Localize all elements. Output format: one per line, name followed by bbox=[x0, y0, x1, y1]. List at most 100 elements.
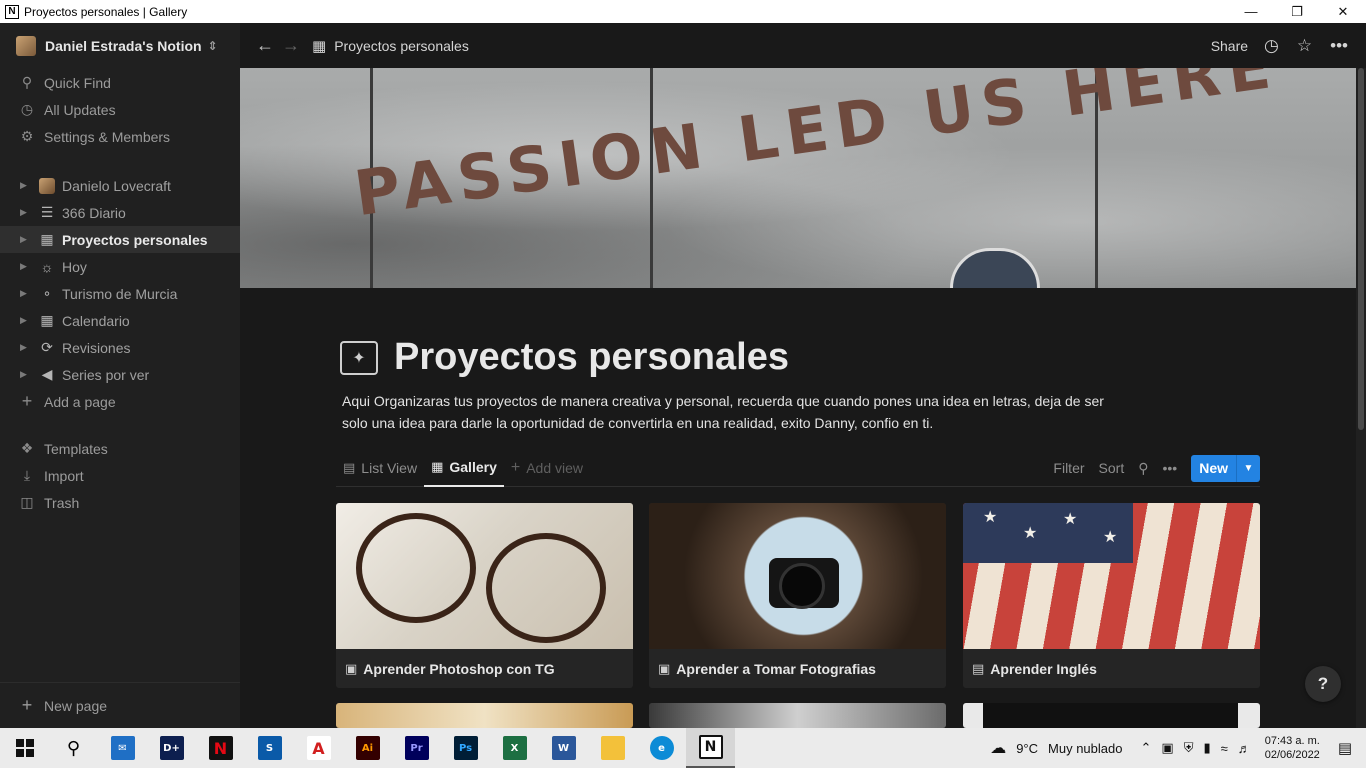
battery-icon[interactable]: ▮ bbox=[1203, 740, 1210, 756]
gallery-card[interactable] bbox=[649, 703, 946, 728]
map-icon[interactable]: ✦ bbox=[340, 340, 378, 375]
weather-desc[interactable]: Muy nublado bbox=[1048, 741, 1122, 756]
glasses-lens bbox=[486, 533, 606, 643]
sidebar-page-label: Danielo Lovecraft bbox=[62, 177, 171, 194]
sidebar-page-calendario[interactable]: ▶ ▦ Calendario bbox=[0, 307, 240, 334]
new-button[interactable]: New ▼ bbox=[1191, 454, 1260, 482]
notion-icon: N bbox=[698, 735, 723, 759]
back-arrow-icon[interactable]: ← bbox=[256, 35, 274, 56]
sidebar-item-all-updates[interactable]: ◷ All Updates bbox=[0, 96, 240, 123]
page-title[interactable]: Proyectos personales bbox=[394, 336, 789, 379]
gallery-card[interactable]: ▣ Aprender a Tomar Fotografias bbox=[649, 503, 946, 688]
notion-app-icon: N bbox=[5, 4, 19, 19]
taskbar-netflix[interactable]: N bbox=[196, 728, 245, 768]
sidebar-item-label: Import bbox=[44, 467, 84, 484]
gallery-card[interactable]: ▣ Aprender Photoshop con TG bbox=[336, 503, 633, 688]
taskbar-illustrator[interactable]: Ai bbox=[343, 728, 392, 768]
page-cover-image[interactable]: PASSION LED US HERE bbox=[240, 68, 1356, 288]
expand-triangle-icon[interactable]: ▶ bbox=[20, 315, 30, 326]
tab-label: List View bbox=[361, 460, 418, 476]
close-button[interactable]: ✕ bbox=[1320, 0, 1366, 23]
weather-temp[interactable]: 9°C bbox=[1016, 741, 1038, 756]
sidebar-page-proyectos-personales[interactable]: ▶ ▦ Proyectos personales bbox=[0, 226, 240, 253]
page-description[interactable]: Aqui Organizaras tus proyectos de manera… bbox=[342, 390, 1122, 434]
sort-button[interactable]: Sort bbox=[1099, 460, 1125, 476]
meet-icon[interactable]: ▣ bbox=[1161, 740, 1173, 756]
expand-triangle-icon[interactable]: ▶ bbox=[20, 261, 30, 272]
expand-triangle-icon[interactable]: ▶ bbox=[20, 369, 30, 380]
scrollbar-thumb[interactable] bbox=[1358, 68, 1364, 430]
sidebar-page-turismo-de-murcia[interactable]: ▶ ∘ Turismo de Murcia bbox=[0, 280, 240, 307]
add-view-button[interactable]: + Add view bbox=[504, 450, 590, 487]
taskbar-photoshop[interactable]: Ps bbox=[441, 728, 490, 768]
excel-icon: X bbox=[502, 736, 527, 760]
help-button[interactable]: ? bbox=[1305, 666, 1341, 702]
gallery-card[interactable]: ★ ★ ★ ★ ▤ Aprender Inglés bbox=[963, 503, 1260, 688]
forward-arrow-icon[interactable]: → bbox=[282, 35, 300, 56]
star-icon: ★ bbox=[983, 509, 998, 526]
taskbar-sketchup[interactable]: S bbox=[245, 728, 294, 768]
new-page-button[interactable]: + New page bbox=[0, 682, 240, 728]
sidebar-item-templates[interactable]: ❖ Templates bbox=[0, 435, 240, 462]
gallery-card[interactable] bbox=[336, 703, 633, 728]
volume-icon[interactable]: ♬ bbox=[1238, 741, 1251, 756]
taskbar-premiere[interactable]: Pr bbox=[392, 728, 441, 768]
sidebar-page-danielo-lovecraft[interactable]: ▶ Danielo Lovecraft bbox=[0, 172, 240, 199]
chevron-up-icon[interactable]: ⌃ bbox=[1140, 740, 1151, 756]
tab-list-view[interactable]: ▤ List View bbox=[336, 450, 424, 487]
taskbar-edge[interactable]: e bbox=[637, 728, 686, 768]
sidebar-item-trash[interactable]: ◫ Trash bbox=[0, 489, 240, 516]
description-line: Aqui Organizaras tus proyectos de manera… bbox=[342, 393, 1104, 409]
wifi-icon[interactable]: ≈ bbox=[1221, 741, 1228, 756]
taskbar-notion[interactable]: N bbox=[686, 728, 735, 768]
restore-button[interactable]: ❐ bbox=[1274, 0, 1320, 23]
expand-triangle-icon[interactable]: ▶ bbox=[20, 207, 30, 218]
expand-triangle-icon[interactable]: ▶ bbox=[20, 342, 30, 353]
sidebar-page-series-por-ver[interactable]: ▶ ◀ Series por ver bbox=[0, 361, 240, 388]
expand-triangle-icon[interactable]: ▶ bbox=[20, 288, 30, 299]
shield-icon[interactable]: ⛨ bbox=[1184, 740, 1194, 756]
taskbar-word[interactable]: W bbox=[539, 728, 588, 768]
sidebar-item-import[interactable]: ⤓ Import bbox=[0, 462, 240, 489]
star-icon: ★ bbox=[1023, 525, 1038, 542]
expand-triangle-icon[interactable]: ▶ bbox=[20, 180, 30, 191]
add-page-button[interactable]: + Add a page bbox=[0, 388, 240, 415]
taskbar-mail[interactable]: ✉ bbox=[98, 728, 147, 768]
search-icon[interactable]: ⚲ bbox=[1138, 460, 1148, 477]
star-icon: ★ bbox=[1103, 529, 1118, 546]
taskbar-search[interactable]: ⚲ bbox=[49, 728, 98, 768]
sidebar-page-366-diario[interactable]: ▶ ☰ 366 Diario bbox=[0, 199, 240, 226]
expand-triangle-icon[interactable]: ▶ bbox=[20, 234, 30, 245]
share-button[interactable]: Share bbox=[1211, 38, 1248, 54]
taskbar-acrobat[interactable]: A bbox=[294, 728, 343, 768]
sidebar-page-hoy[interactable]: ▶ ☼ Hoy bbox=[0, 253, 240, 280]
card-cover-image bbox=[336, 703, 633, 728]
more-options-icon[interactable]: ••• bbox=[1330, 36, 1348, 56]
new-button-label[interactable]: New bbox=[1191, 454, 1236, 482]
star-icon[interactable]: ☆ bbox=[1297, 36, 1312, 56]
sidebar-item-quick-find[interactable]: ⚲ Quick Find bbox=[0, 69, 240, 96]
tab-gallery[interactable]: ▦ Gallery bbox=[424, 450, 504, 487]
speaker-icon: ◀ bbox=[41, 366, 53, 382]
gallery-card[interactable] bbox=[963, 703, 1260, 728]
clock[interactable]: 07:43 a. m. 02/06/2022 bbox=[1265, 734, 1320, 762]
taskbar-excel[interactable]: X bbox=[490, 728, 539, 768]
taskbar-explorer[interactable] bbox=[588, 728, 637, 768]
sidebar-item-settings[interactable]: ⚙ Settings & Members bbox=[0, 123, 240, 150]
filter-button[interactable]: Filter bbox=[1053, 460, 1084, 476]
notifications-icon[interactable]: ▤ bbox=[1338, 739, 1352, 757]
breadcrumb[interactable]: Proyectos personales bbox=[334, 38, 469, 54]
illustrator-icon: Ai bbox=[355, 736, 380, 760]
start-button[interactable] bbox=[0, 728, 49, 768]
sidebar-page-revisiones[interactable]: ▶ ⟳ Revisiones bbox=[0, 334, 240, 361]
minimize-button[interactable]: — bbox=[1228, 0, 1274, 23]
chevron-down-icon[interactable]: ▼ bbox=[1236, 454, 1260, 482]
workspace-name: Daniel Estrada's Notion bbox=[45, 38, 202, 54]
scrollbar[interactable] bbox=[1356, 68, 1366, 728]
acrobat-icon: A bbox=[306, 736, 331, 760]
history-clock-icon[interactable]: ◷ bbox=[1264, 36, 1279, 56]
taskbar-disney[interactable]: D+ bbox=[147, 728, 196, 768]
add-view-label: Add view bbox=[526, 460, 584, 476]
workspace-switcher[interactable]: Daniel Estrada's Notion ⇕ bbox=[0, 23, 240, 69]
more-options-icon[interactable]: ••• bbox=[1162, 460, 1177, 476]
